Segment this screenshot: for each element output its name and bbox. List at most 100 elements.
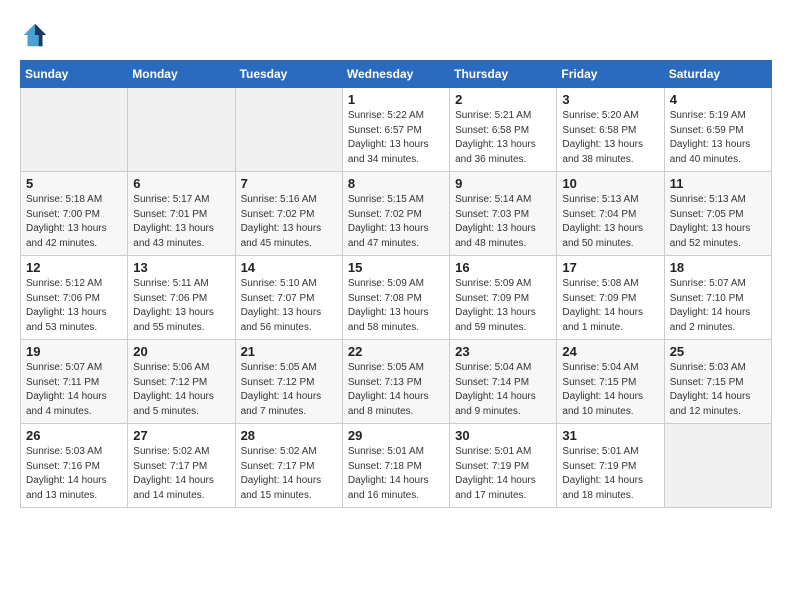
calendar-cell: 10 Sunrise: 5:13 AM Sunset: 7:04 PM Dayli… bbox=[557, 172, 664, 256]
calendar-cell: 14Sunrise: 5:10 AM Sunset: 7:07 PM Dayli… bbox=[235, 256, 342, 340]
weekday-header-cell: Thursday bbox=[450, 61, 557, 88]
calendar-week-row: 19 Sunrise: 5:07 AM Sunset: 7:11 PM Dayli… bbox=[21, 340, 772, 424]
calendar-cell: 24 Sunrise: 5:04 AM Sunset: 7:15 PM Dayli… bbox=[557, 340, 664, 424]
day-number: 22 bbox=[348, 344, 444, 359]
day-info: Sunrise: 5:03 AM Sunset: 7:15 PM Dayligh… bbox=[670, 361, 766, 419]
day-number: 10 bbox=[562, 176, 658, 191]
day-number: 1 bbox=[348, 92, 444, 107]
day-number: 17 bbox=[562, 260, 658, 275]
day-info: Sunrise: 5:05 AM Sunset: 7:12 PM Dayligh… bbox=[241, 361, 337, 419]
day-info: Sunrise: 5:07 AM Sunset: 7:10 PM Dayligh… bbox=[670, 277, 766, 335]
calendar-cell: 2Sunrise: 5:21 AM Sunset: 6:58 PM Daylig… bbox=[450, 88, 557, 172]
day-info: Sunrise: 5:12 AM Sunset: 7:06 PM Dayligh… bbox=[26, 277, 122, 335]
calendar-cell: 23 Sunrise: 5:04 AM Sunset: 7:14 PM Dayli… bbox=[450, 340, 557, 424]
day-number: 2 bbox=[455, 92, 551, 107]
calendar-cell: 18 Sunrise: 5:07 AM Sunset: 7:10 PM Dayli… bbox=[664, 256, 771, 340]
calendar-cell: 17 Sunrise: 5:08 AM Sunset: 7:09 PM Dayli… bbox=[557, 256, 664, 340]
day-number: 19 bbox=[26, 344, 122, 359]
day-info: Sunrise: 5:04 AM Sunset: 7:15 PM Dayligh… bbox=[562, 361, 658, 419]
day-number: 13 bbox=[133, 260, 229, 275]
calendar-cell: 7 Sunrise: 5:16 AM Sunset: 7:02 PM Daylig… bbox=[235, 172, 342, 256]
calendar-cell: 19 Sunrise: 5:07 AM Sunset: 7:11 PM Dayli… bbox=[21, 340, 128, 424]
day-number: 26 bbox=[26, 428, 122, 443]
calendar-cell: 13 Sunrise: 5:11 AM Sunset: 7:06 PM Dayli… bbox=[128, 256, 235, 340]
calendar-cell: 1 Sunrise: 5:22 AM Sunset: 6:57 PM Daylig… bbox=[342, 88, 449, 172]
day-info: Sunrise: 5:18 AM Sunset: 7:00 PM Dayligh… bbox=[26, 193, 122, 251]
day-number: 5 bbox=[26, 176, 122, 191]
weekday-header-cell: Tuesday bbox=[235, 61, 342, 88]
calendar-body: 1 Sunrise: 5:22 AM Sunset: 6:57 PM Daylig… bbox=[21, 88, 772, 508]
day-number: 4 bbox=[670, 92, 766, 107]
day-info: Sunrise: 5:15 AM Sunset: 7:02 PM Dayligh… bbox=[348, 193, 444, 251]
day-info: Sunrise: 5:09 AM Sunset: 7:09 PM Dayligh… bbox=[455, 277, 551, 335]
day-info: Sunrise: 5:08 AM Sunset: 7:09 PM Dayligh… bbox=[562, 277, 658, 335]
day-number: 31 bbox=[562, 428, 658, 443]
calendar-cell: 4 Sunrise: 5:19 AM Sunset: 6:59 PM Daylig… bbox=[664, 88, 771, 172]
day-info: Sunrise: 5:01 AM Sunset: 7:19 PM Dayligh… bbox=[562, 445, 658, 503]
calendar-cell: 6Sunrise: 5:17 AM Sunset: 7:01 PM Daylig… bbox=[128, 172, 235, 256]
day-info: Sunrise: 5:16 AM Sunset: 7:02 PM Dayligh… bbox=[241, 193, 337, 251]
page-header bbox=[20, 20, 772, 50]
day-info: Sunrise: 5:20 AM Sunset: 6:58 PM Dayligh… bbox=[562, 109, 658, 167]
calendar-cell: 21 Sunrise: 5:05 AM Sunset: 7:12 PM Dayli… bbox=[235, 340, 342, 424]
calendar-cell: 9 Sunrise: 5:14 AM Sunset: 7:03 PM Daylig… bbox=[450, 172, 557, 256]
day-info: Sunrise: 5:03 AM Sunset: 7:16 PM Dayligh… bbox=[26, 445, 122, 503]
calendar-cell: 5 Sunrise: 5:18 AM Sunset: 7:00 PM Daylig… bbox=[21, 172, 128, 256]
weekday-header-cell: Friday bbox=[557, 61, 664, 88]
day-number: 12 bbox=[26, 260, 122, 275]
day-info: Sunrise: 5:06 AM Sunset: 7:12 PM Dayligh… bbox=[133, 361, 229, 419]
day-number: 21 bbox=[241, 344, 337, 359]
day-number: 8 bbox=[348, 176, 444, 191]
day-info: Sunrise: 5:05 AM Sunset: 7:13 PM Dayligh… bbox=[348, 361, 444, 419]
day-number: 23 bbox=[455, 344, 551, 359]
calendar-cell: 31 Sunrise: 5:01 AM Sunset: 7:19 PM Dayli… bbox=[557, 424, 664, 508]
day-number: 27 bbox=[133, 428, 229, 443]
calendar-cell: 26 Sunrise: 5:03 AM Sunset: 7:16 PM Dayli… bbox=[21, 424, 128, 508]
calendar-week-row: 5 Sunrise: 5:18 AM Sunset: 7:00 PM Daylig… bbox=[21, 172, 772, 256]
calendar-cell: 29 Sunrise: 5:01 AM Sunset: 7:18 PM Dayli… bbox=[342, 424, 449, 508]
day-info: Sunrise: 5:13 AM Sunset: 7:04 PM Dayligh… bbox=[562, 193, 658, 251]
day-info: Sunrise: 5:02 AM Sunset: 7:17 PM Dayligh… bbox=[133, 445, 229, 503]
calendar-week-row: 12 Sunrise: 5:12 AM Sunset: 7:06 PM Dayli… bbox=[21, 256, 772, 340]
day-number: 11 bbox=[670, 176, 766, 191]
calendar-cell bbox=[235, 88, 342, 172]
day-info: Sunrise: 5:09 AM Sunset: 7:08 PM Dayligh… bbox=[348, 277, 444, 335]
day-info: Sunrise: 5:22 AM Sunset: 6:57 PM Dayligh… bbox=[348, 109, 444, 167]
calendar-cell: 28Sunrise: 5:02 AM Sunset: 7:17 PM Dayli… bbox=[235, 424, 342, 508]
calendar-cell bbox=[21, 88, 128, 172]
day-number: 29 bbox=[348, 428, 444, 443]
day-info: Sunrise: 5:01 AM Sunset: 7:19 PM Dayligh… bbox=[455, 445, 551, 503]
weekday-header-cell: Sunday bbox=[21, 61, 128, 88]
day-number: 14 bbox=[241, 260, 337, 275]
calendar-cell: 20 Sunrise: 5:06 AM Sunset: 7:12 PM Dayli… bbox=[128, 340, 235, 424]
day-info: Sunrise: 5:04 AM Sunset: 7:14 PM Dayligh… bbox=[455, 361, 551, 419]
calendar-cell: 15 Sunrise: 5:09 AM Sunset: 7:08 PM Dayli… bbox=[342, 256, 449, 340]
day-info: Sunrise: 5:11 AM Sunset: 7:06 PM Dayligh… bbox=[133, 277, 229, 335]
day-info: Sunrise: 5:02 AM Sunset: 7:17 PM Dayligh… bbox=[241, 445, 337, 503]
calendar-cell bbox=[664, 424, 771, 508]
logo bbox=[20, 20, 54, 50]
calendar-cell bbox=[128, 88, 235, 172]
calendar-cell: 27 Sunrise: 5:02 AM Sunset: 7:17 PM Dayli… bbox=[128, 424, 235, 508]
calendar-cell: 12 Sunrise: 5:12 AM Sunset: 7:06 PM Dayli… bbox=[21, 256, 128, 340]
day-number: 30 bbox=[455, 428, 551, 443]
day-number: 16 bbox=[455, 260, 551, 275]
day-number: 18 bbox=[670, 260, 766, 275]
day-number: 6 bbox=[133, 176, 229, 191]
day-info: Sunrise: 5:14 AM Sunset: 7:03 PM Dayligh… bbox=[455, 193, 551, 251]
day-number: 9 bbox=[455, 176, 551, 191]
day-number: 24 bbox=[562, 344, 658, 359]
calendar-cell: 11 Sunrise: 5:13 AM Sunset: 7:05 PM Dayli… bbox=[664, 172, 771, 256]
calendar-cell: 25Sunrise: 5:03 AM Sunset: 7:15 PM Dayli… bbox=[664, 340, 771, 424]
day-number: 15 bbox=[348, 260, 444, 275]
calendar-cell: 22 Sunrise: 5:05 AM Sunset: 7:13 PM Dayli… bbox=[342, 340, 449, 424]
day-info: Sunrise: 5:13 AM Sunset: 7:05 PM Dayligh… bbox=[670, 193, 766, 251]
day-info: Sunrise: 5:01 AM Sunset: 7:18 PM Dayligh… bbox=[348, 445, 444, 503]
day-info: Sunrise: 5:19 AM Sunset: 6:59 PM Dayligh… bbox=[670, 109, 766, 167]
day-info: Sunrise: 5:07 AM Sunset: 7:11 PM Dayligh… bbox=[26, 361, 122, 419]
day-number: 20 bbox=[133, 344, 229, 359]
weekday-header-cell: Wednesday bbox=[342, 61, 449, 88]
logo-icon bbox=[20, 20, 50, 50]
weekday-header-cell: Monday bbox=[128, 61, 235, 88]
day-number: 7 bbox=[241, 176, 337, 191]
